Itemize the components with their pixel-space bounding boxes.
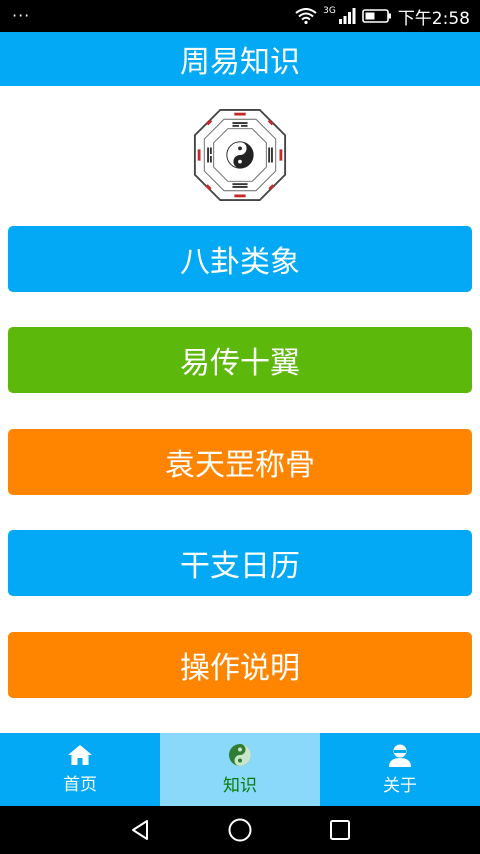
yin-yang-icon xyxy=(229,744,251,766)
more-dots-icon: ··· xyxy=(12,6,31,25)
tab-about-label: 关于 xyxy=(383,776,417,796)
user-icon xyxy=(389,744,411,767)
signal-icon xyxy=(338,8,356,24)
system-nav-bar xyxy=(0,806,480,854)
page-title: 周易知识 xyxy=(180,45,300,80)
tab-about[interactable]: 关于 xyxy=(320,733,480,806)
wifi-icon xyxy=(295,8,317,24)
status-bar: ··· 3G 下午2:58 xyxy=(0,0,480,32)
tab-home-label: 首页 xyxy=(63,775,97,795)
network-type-label: 3G xyxy=(323,6,336,16)
menu-button-chenggu[interactable]: 袁天罡称骨 xyxy=(8,429,472,495)
menu-button-bagua-leixiang[interactable]: 八卦类象 xyxy=(8,226,472,292)
menu-button-instructions[interactable]: 操作说明 xyxy=(8,632,472,698)
tab-home[interactable]: 首页 xyxy=(0,733,160,806)
menu-button-yizhuan-shiyi[interactable]: 易传十翼 xyxy=(8,327,472,393)
bagua-icon xyxy=(193,108,287,202)
menu-button-ganzhi-calendar[interactable]: 干支日历 xyxy=(8,530,472,596)
recents-icon[interactable] xyxy=(328,818,352,842)
back-icon[interactable] xyxy=(128,818,152,842)
home-circle-icon[interactable] xyxy=(227,817,253,843)
tab-knowledge-label: 知识 xyxy=(223,776,257,796)
battery-icon xyxy=(362,9,391,23)
bottom-tab-bar: 首页 知识 关于 xyxy=(0,733,480,806)
clock: 下午2:58 xyxy=(397,8,470,29)
tab-knowledge[interactable]: 知识 xyxy=(160,733,320,806)
home-icon xyxy=(68,745,92,765)
title-bar: 周易知识 xyxy=(0,32,480,86)
status-indicators: 3G 下午2:58 xyxy=(295,4,470,29)
